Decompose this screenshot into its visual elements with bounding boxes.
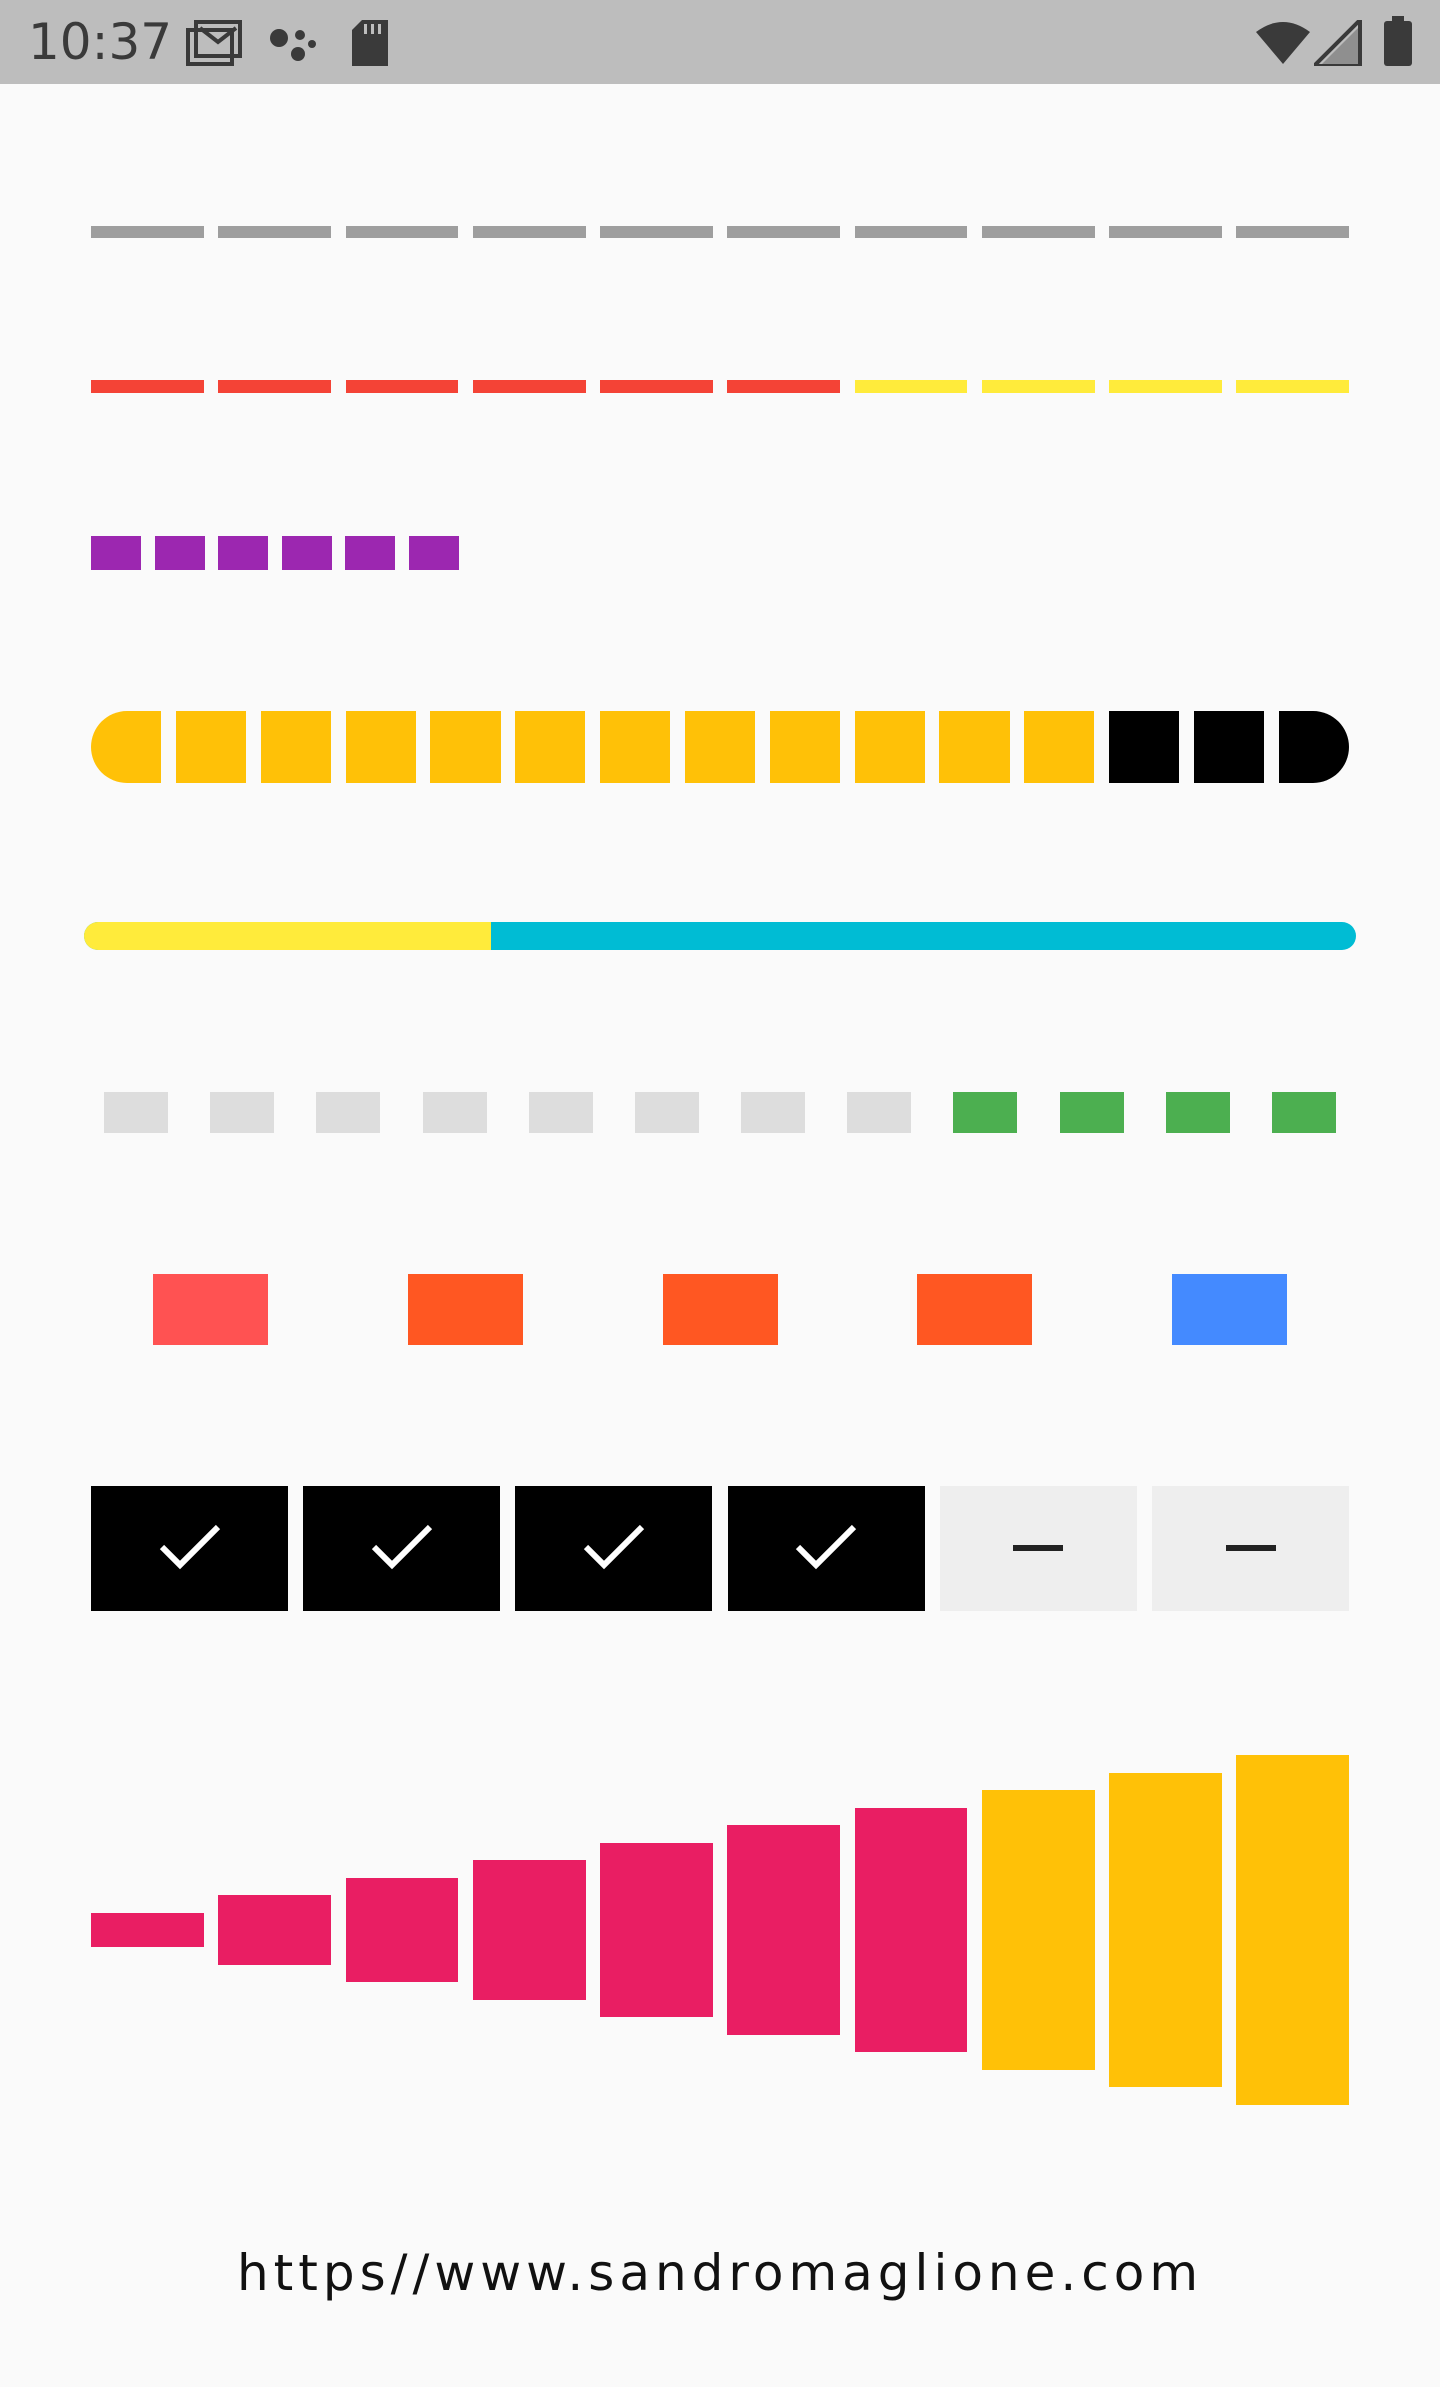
progress-segment xyxy=(515,711,586,783)
progress-segment xyxy=(1059,1092,1124,1133)
progress-bar-step xyxy=(727,1825,840,2035)
progress-segment xyxy=(1172,1274,1287,1345)
step-complete xyxy=(515,1486,713,1611)
progress-segment xyxy=(175,711,247,783)
progress-segment xyxy=(91,380,204,393)
check-icon xyxy=(794,1521,858,1576)
check-icon xyxy=(582,1521,646,1576)
progress-segment xyxy=(422,1092,487,1133)
progress-segment xyxy=(727,380,840,393)
step-complete xyxy=(727,1486,925,1611)
progress-segment xyxy=(1109,711,1180,783)
dash-icon xyxy=(1013,1540,1064,1558)
progress-segment xyxy=(345,711,416,783)
progress-segment xyxy=(409,536,459,570)
progress-segment xyxy=(153,1274,268,1345)
progress-segment xyxy=(854,226,968,238)
progress-segment xyxy=(345,380,459,393)
progress-segment xyxy=(1024,711,1095,783)
progress-segment xyxy=(154,536,205,570)
progress-segment xyxy=(854,711,925,783)
check-icon xyxy=(370,1521,434,1576)
progress-segment xyxy=(218,536,269,570)
progress-segment xyxy=(600,226,713,238)
progress-segment xyxy=(981,380,1095,393)
progress-segment xyxy=(847,1092,912,1133)
progress-gray-green-blocks xyxy=(104,1092,1336,1133)
progress-segment xyxy=(91,536,141,570)
progress-segment xyxy=(528,1092,593,1133)
status-bar: 10:37 xyxy=(0,0,1440,84)
sd-card-icon xyxy=(350,20,390,66)
progress-segment xyxy=(281,536,332,570)
progress-segment xyxy=(91,226,204,238)
dash-icon xyxy=(1225,1540,1276,1558)
progress-segment xyxy=(662,1274,778,1345)
progress-yellow-black-blocks xyxy=(91,711,1349,783)
progress-segment xyxy=(218,380,331,393)
progress-red-yellow-dashes xyxy=(91,380,1349,393)
footer-url[interactable]: https//www.sandromaglione.com xyxy=(0,2244,1440,2302)
step-complete xyxy=(91,1486,288,1611)
progress-segment xyxy=(345,536,396,570)
step-pending xyxy=(939,1486,1137,1611)
progress-continuous-bar xyxy=(84,922,1356,950)
progress-segment xyxy=(854,380,968,393)
progress-continuous-fill xyxy=(84,922,492,950)
progress-bar-step xyxy=(854,1807,968,2053)
progress-bar-step xyxy=(345,1877,459,1983)
progress-check-steps xyxy=(91,1486,1349,1611)
progress-segment xyxy=(600,380,713,393)
progress-growing-bars xyxy=(91,1750,1349,2110)
progress-segment xyxy=(210,1092,275,1133)
progress-segment xyxy=(91,711,162,783)
progress-segment xyxy=(1165,1092,1230,1133)
progress-segment xyxy=(316,1092,381,1133)
progress-segment xyxy=(345,226,459,238)
status-time: 10:37 xyxy=(28,13,173,71)
progress-purple-squares xyxy=(91,536,1349,570)
progress-segment xyxy=(260,711,331,783)
progress-spaced-blocks xyxy=(153,1274,1287,1345)
progress-segment xyxy=(104,1092,168,1133)
progress-bar-step xyxy=(1109,1772,1222,2088)
progress-segment xyxy=(600,711,671,783)
progress-segment xyxy=(218,226,331,238)
progress-segment xyxy=(472,380,586,393)
cellular-icon xyxy=(1314,20,1362,66)
progress-segment xyxy=(741,1092,806,1133)
progress-segment xyxy=(634,1092,699,1133)
progress-segment xyxy=(1236,380,1349,393)
progress-bar-step xyxy=(1236,1755,1349,2105)
progress-segment xyxy=(1272,1092,1336,1133)
progress-segment xyxy=(684,711,756,783)
battery-icon xyxy=(1384,16,1412,66)
wifi-icon xyxy=(1256,20,1310,64)
progress-segment xyxy=(769,711,840,783)
progress-bar-step xyxy=(600,1842,713,2018)
gmail-icon xyxy=(186,20,242,66)
progress-segment xyxy=(1109,226,1222,238)
progress-segment xyxy=(1109,380,1222,393)
assistant-icon xyxy=(268,26,318,66)
progress-bar-step xyxy=(218,1895,331,1965)
progress-segment xyxy=(472,226,586,238)
progress-segment xyxy=(981,226,1095,238)
progress-segment xyxy=(1193,711,1265,783)
step-complete xyxy=(303,1486,501,1611)
step-pending xyxy=(1152,1486,1349,1611)
progress-segment xyxy=(917,1274,1033,1345)
progress-segment xyxy=(939,711,1010,783)
progress-bar-step xyxy=(472,1860,586,2000)
progress-bar-step xyxy=(981,1790,1095,2070)
progress-segment xyxy=(407,1274,523,1345)
progress-segment xyxy=(1278,711,1349,783)
progress-segment xyxy=(430,711,501,783)
progress-segment xyxy=(1236,226,1349,238)
progress-bar-step xyxy=(91,1913,204,1947)
check-icon xyxy=(158,1521,222,1576)
progress-gray-dashes xyxy=(91,226,1349,238)
progress-segment xyxy=(953,1092,1018,1133)
progress-segment xyxy=(727,226,840,238)
